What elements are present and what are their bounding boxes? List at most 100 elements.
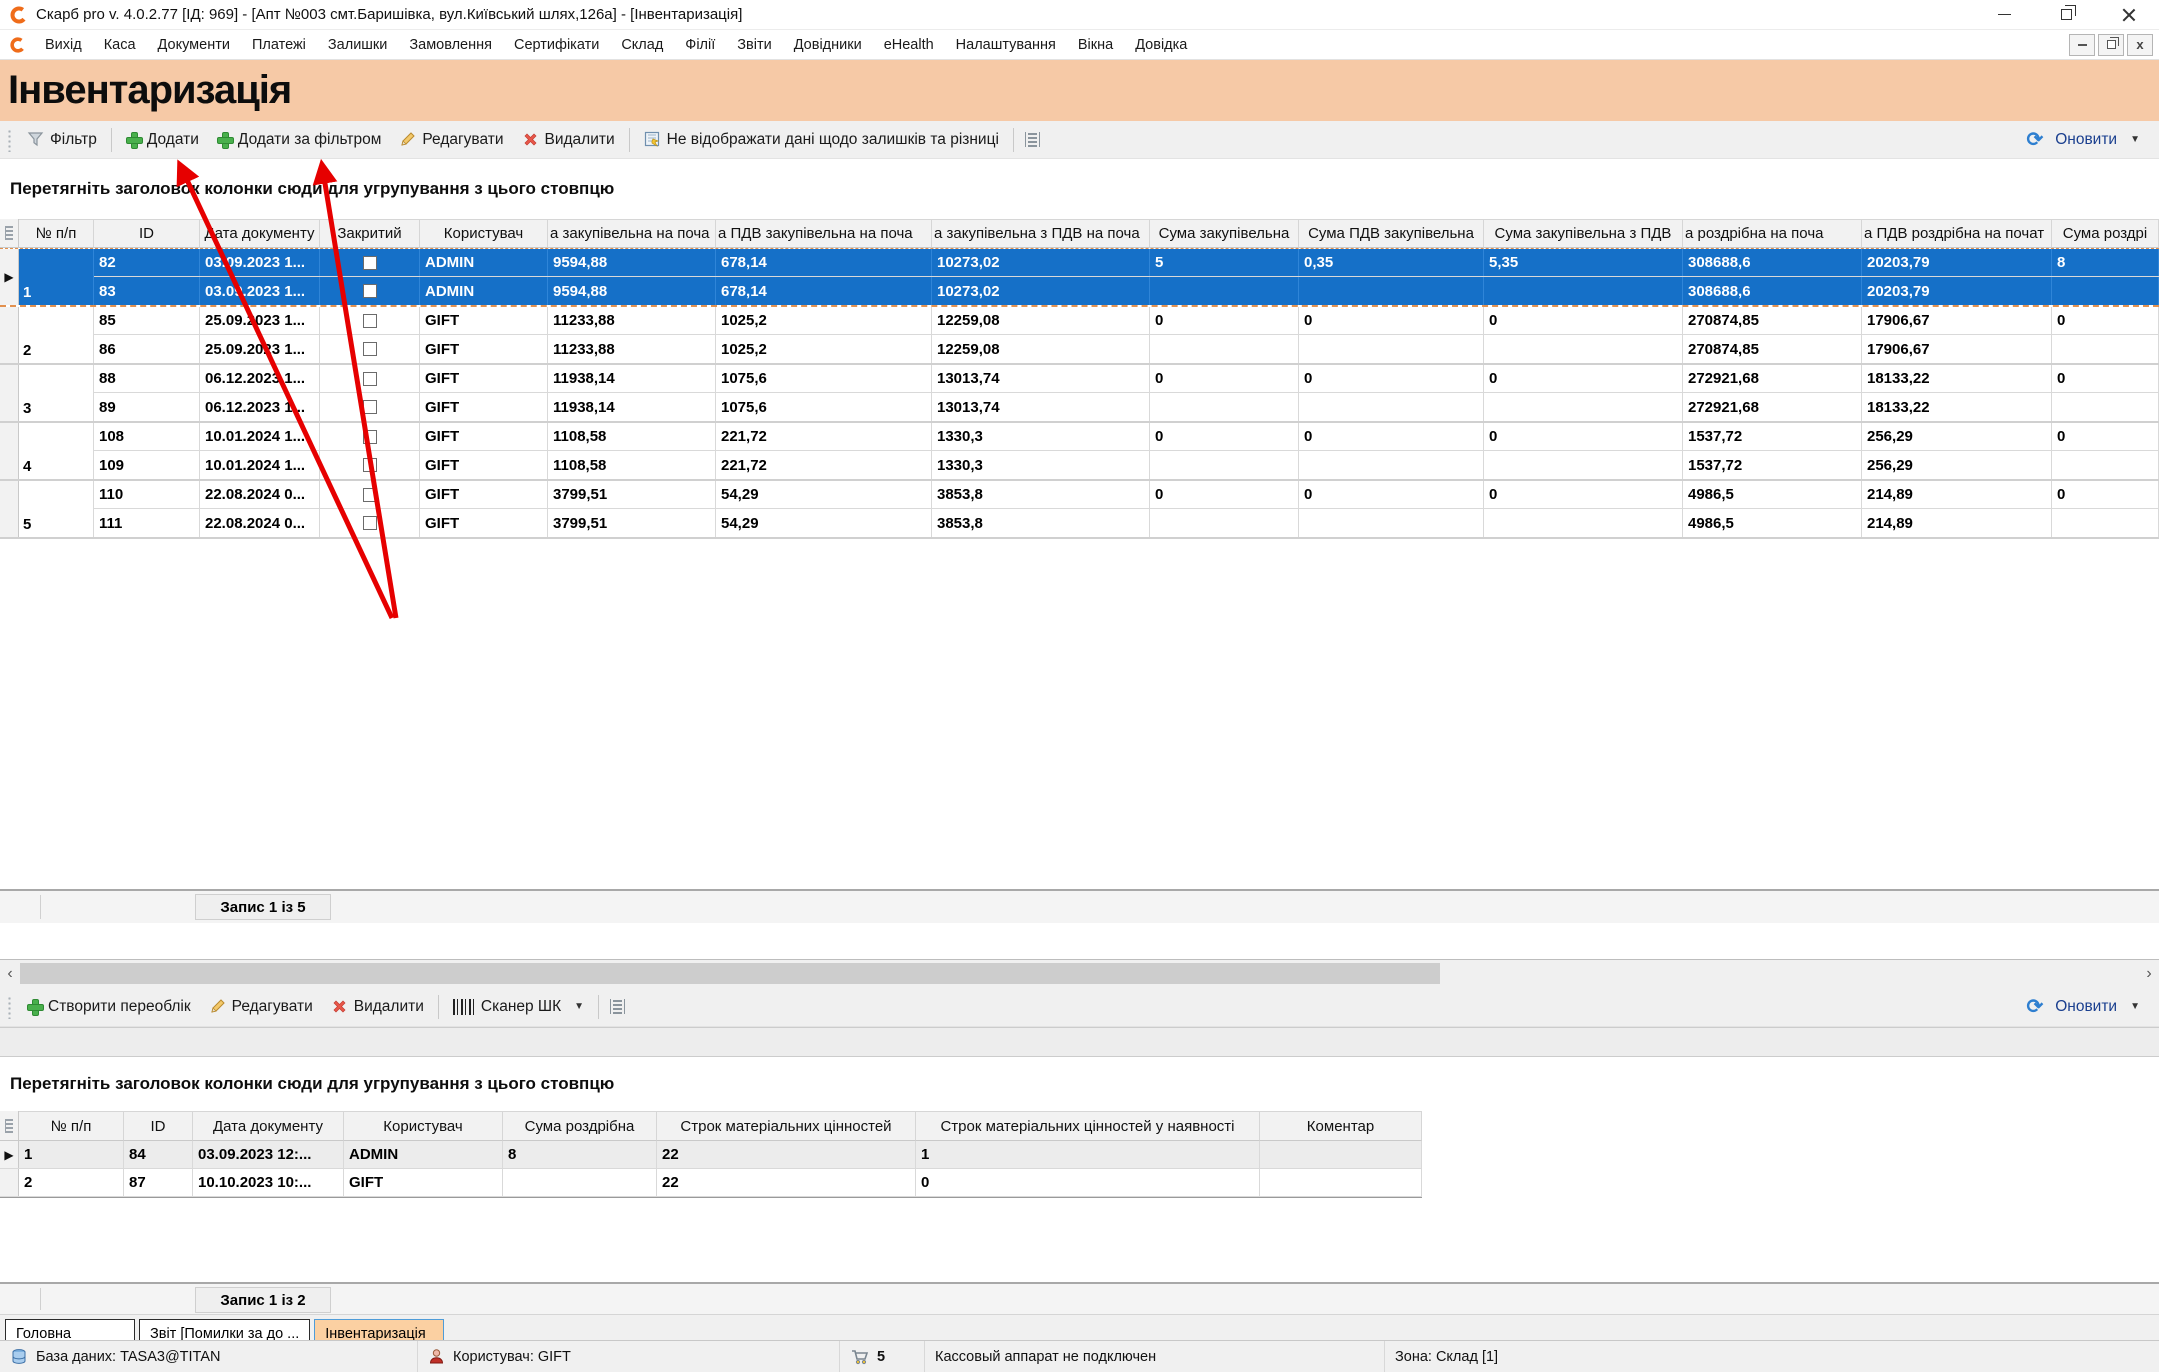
mdi-close-button[interactable]: x — [2127, 34, 2153, 56]
row-indicator-header[interactable] — [0, 219, 19, 248]
closed-checkbox[interactable] — [363, 372, 377, 386]
mdi-restore-button[interactable] — [2098, 34, 2124, 56]
closed-checkbox[interactable] — [363, 400, 377, 414]
column-header-9[interactable]: Сума закупівельна — [1150, 219, 1299, 248]
menu-item-8[interactable]: Склад — [610, 37, 674, 53]
cash-register-status: Кассовый аппарат не подключен — [935, 1349, 1156, 1365]
menu-item-10[interactable]: Звіти — [726, 37, 782, 53]
column-header-7[interactable]: а ПДВ закупівельна на поча — [716, 219, 932, 248]
table-row[interactable]: 8906.12.2023 1...GIFT11938,141075,613013… — [94, 393, 2159, 421]
column-header-3[interactable]: Дата документу — [200, 219, 320, 248]
closed-checkbox[interactable] — [363, 458, 377, 472]
refresh-bottom-button[interactable]: ⟳ Оновити ▼ — [2017, 993, 2149, 1021]
cell-vat-retail-start: 214,89 — [1862, 509, 2052, 537]
cell-purchase-sum — [1150, 393, 1299, 421]
bottom-column-header-5[interactable]: Сума роздрібна — [503, 1111, 657, 1141]
table-row[interactable]: 10910.01.2024 1...GIFT1108,58221,721330,… — [94, 451, 2159, 479]
bottom-column-header-1[interactable]: № п/п — [19, 1111, 124, 1141]
closed-checkbox[interactable] — [363, 314, 377, 328]
column-header-5[interactable]: Користувач — [420, 219, 548, 248]
toolbar-drag-handle[interactable] — [6, 995, 12, 1019]
edit-button[interactable]: Редагувати — [390, 127, 512, 153]
closed-checkbox[interactable] — [363, 342, 377, 356]
cell-purchase-sum — [1150, 509, 1299, 537]
cell-vat-purchase-sum: 0,35 — [1299, 249, 1484, 276]
table-row[interactable]: 8203.09.2023 1...ADMIN9594,88678,1410273… — [94, 249, 2159, 277]
table-row[interactable]: 11122.08.2024 0...GIFT3799,5154,293853,8… — [94, 509, 2159, 537]
scroll-left-arrow[interactable]: ‹ — [0, 960, 20, 987]
restore-button[interactable] — [2035, 0, 2097, 29]
column-header-2[interactable]: ID — [94, 219, 200, 248]
menu-item-12[interactable]: eHealth — [873, 37, 945, 53]
column-header-8[interactable]: а закупівельна з ПДВ на поча — [932, 219, 1150, 248]
scrollbar-thumb[interactable] — [20, 963, 1440, 984]
menu-item-7[interactable]: Сертифікати — [503, 37, 610, 53]
column-header-6[interactable]: а закупівельна на поча — [548, 219, 716, 248]
scroll-right-arrow[interactable]: › — [2139, 960, 2159, 987]
menu-item-14[interactable]: Вікна — [1067, 37, 1124, 53]
group-number-cell[interactable]: 2 — [19, 307, 94, 363]
cell-purchase-with-vat-sum: 0 — [1484, 365, 1683, 392]
add-by-filter-button[interactable]: Додати за фільтром — [208, 127, 390, 153]
column-header-12[interactable]: а роздрібна на поча — [1683, 219, 1862, 248]
table-row[interactable]: 8625.09.2023 1...GIFT11233,881025,212259… — [94, 335, 2159, 363]
closed-checkbox[interactable] — [363, 284, 377, 298]
toolbar-drag-handle[interactable] — [6, 128, 12, 152]
closed-checkbox[interactable] — [363, 488, 377, 502]
menu-item-5[interactable]: Залишки — [317, 37, 398, 53]
closed-checkbox[interactable] — [363, 256, 377, 270]
table-row[interactable]: 10810.01.2024 1...GIFT1108,58221,721330,… — [94, 423, 2159, 451]
closed-checkbox[interactable] — [363, 516, 377, 530]
barcode-scanner-button[interactable]: Сканер ШК ▼ — [444, 994, 593, 1020]
mdi-minimize-button[interactable] — [2069, 34, 2095, 56]
column-header-14[interactable]: Сума роздрі — [2052, 219, 2159, 248]
table-row[interactable]: 8303.09.2023 1...ADMIN9594,88678,1410273… — [94, 277, 2159, 305]
minimize-button[interactable] — [1973, 0, 2035, 29]
delete-button[interactable]: Видалити — [513, 127, 624, 153]
menu-item-9[interactable]: Філії — [674, 37, 726, 53]
group-number-cell[interactable]: 1 — [19, 249, 94, 305]
column-header-11[interactable]: Сума закупівельна з ПДВ — [1484, 219, 1683, 248]
filter-button[interactable]: Фільтр — [18, 127, 106, 153]
bottom-column-header-3[interactable]: Дата документу — [193, 1111, 344, 1141]
bottom-column-header-2[interactable]: ID — [124, 1111, 193, 1141]
bottom-column-header-6[interactable]: Строк матеріальних цінностей — [657, 1111, 916, 1141]
refresh-button[interactable]: ⟳ Оновити ▼ — [2017, 126, 2149, 154]
horizontal-scrollbar[interactable]: ‹ › — [0, 959, 2159, 987]
group-number-cell[interactable]: 3 — [19, 365, 94, 421]
menu-item-3[interactable]: Документи — [147, 37, 241, 53]
menu-item-15[interactable]: Довідка — [1124, 37, 1198, 53]
add-button[interactable]: Додати — [117, 127, 208, 153]
bottom-column-header-8[interactable]: Коментар — [1260, 1111, 1422, 1141]
table-row[interactable]: 8525.09.2023 1...GIFT11233,881025,212259… — [94, 307, 2159, 335]
group-number-cell[interactable]: 5 — [19, 481, 94, 537]
table-row[interactable]: 8806.12.2023 1...GIFT11938,141075,613013… — [94, 365, 2159, 393]
menu-item-1[interactable]: Вихід — [34, 37, 93, 53]
bottom-column-header-7[interactable]: Строк матеріальних цінностей у наявності — [916, 1111, 1260, 1141]
menu-item-13[interactable]: Налаштування — [945, 37, 1067, 53]
cell-vat-purchase-start: 678,14 — [716, 249, 932, 276]
menu-item-11[interactable]: Довідники — [783, 37, 873, 53]
table-row[interactable]: 11022.08.2024 0...GIFT3799,5154,293853,8… — [94, 481, 2159, 509]
column-header-1[interactable]: № п/п — [19, 219, 94, 248]
bottom-column-header-4[interactable]: Користувач — [344, 1111, 503, 1141]
create-recount-button[interactable]: Створити переоблік — [18, 994, 200, 1020]
row-indicator-header[interactable] — [0, 1111, 19, 1141]
menu-item-4[interactable]: Платежі — [241, 37, 317, 53]
column-header-13[interactable]: а ПДВ роздрібна на почат — [1862, 219, 2052, 248]
hide-data-toggle-button[interactable]: Не відображати дані щодо залишків та різ… — [635, 127, 1008, 153]
edit-recount-button[interactable]: Редагувати — [200, 994, 322, 1020]
column-header-4[interactable]: Закритий — [320, 219, 420, 248]
menu-item-2[interactable]: Каса — [93, 37, 147, 53]
column-chooser-icon[interactable] — [1025, 132, 1040, 147]
column-header-10[interactable]: Сума ПДВ закупівельна — [1299, 219, 1484, 248]
table-row[interactable]: 28710.10.2023 10:...GIFT220 — [0, 1169, 1422, 1197]
table-row[interactable]: ▶18403.09.2023 12:...ADMIN8221 — [0, 1141, 1422, 1169]
closed-checkbox[interactable] — [363, 430, 377, 444]
close-button[interactable] — [2097, 0, 2159, 29]
close-icon — [2122, 8, 2135, 21]
delete-recount-button[interactable]: Видалити — [322, 994, 433, 1020]
group-number-cell[interactable]: 4 — [19, 423, 94, 479]
column-chooser-icon[interactable] — [610, 999, 625, 1014]
menu-item-6[interactable]: Замовлення — [398, 37, 503, 53]
